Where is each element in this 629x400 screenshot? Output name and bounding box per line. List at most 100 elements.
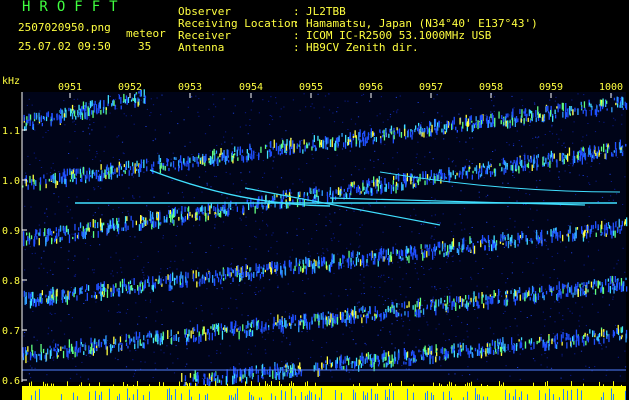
echo-speck	[615, 102, 617, 106]
echo-speck	[385, 183, 387, 191]
echo-speck	[366, 253, 369, 259]
echo-speck	[79, 222, 82, 229]
echo-speck	[213, 206, 215, 212]
echo-speck	[396, 303, 398, 308]
echo-speck	[452, 170, 454, 176]
noise-speck	[445, 174, 447, 176]
noise-speck	[132, 359, 134, 361]
noise-speck	[484, 114, 486, 116]
noise-speck	[624, 271, 626, 273]
amplitude-tick	[545, 393, 546, 400]
noise-speck	[564, 260, 566, 262]
noise-speck	[84, 243, 87, 244]
echo-speck	[35, 299, 37, 308]
noise-speck	[30, 206, 32, 208]
noise-speck	[166, 367, 168, 369]
noise-speck	[410, 215, 412, 217]
echo-speck	[410, 358, 412, 361]
echo-speck	[126, 291, 129, 294]
noise-speck	[220, 329, 222, 331]
echo-speck	[166, 158, 168, 163]
noise-speck	[485, 196, 487, 198]
echo-speck	[184, 375, 187, 381]
echo-speck	[489, 294, 491, 297]
noise-speck	[87, 199, 89, 201]
amplitude-spike	[439, 383, 440, 386]
noise-speck	[52, 357, 54, 359]
echo-speck	[388, 133, 390, 138]
noise-speck	[270, 205, 272, 207]
noise-speck	[38, 267, 40, 269]
echo-speck	[472, 123, 474, 131]
echo-speck	[88, 167, 90, 171]
echo-speck	[215, 150, 218, 154]
echo-speck	[590, 109, 592, 116]
amplitude-tick	[249, 392, 250, 400]
echo-speck	[349, 193, 351, 199]
noise-speck	[570, 162, 572, 164]
echo-speck	[260, 328, 262, 332]
amplitude-spike	[501, 384, 502, 386]
echo-speck	[220, 380, 223, 385]
noise-speck	[89, 124, 91, 126]
noise-speck	[66, 205, 68, 207]
echo-speck	[273, 139, 275, 148]
noise-speck	[122, 152, 124, 154]
noise-speck	[276, 274, 278, 276]
echo-speck	[436, 352, 438, 357]
noise-speck	[205, 171, 207, 173]
echo-speck	[89, 222, 91, 228]
echo-speck	[399, 256, 402, 259]
echo-speck	[219, 271, 221, 276]
noise-speck	[415, 214, 417, 216]
echo-speck	[84, 174, 87, 180]
echo-speck	[501, 347, 503, 354]
noise-speck	[349, 288, 351, 290]
echo-speck	[206, 377, 208, 385]
echo-speck	[264, 370, 266, 375]
echo-speck	[195, 212, 197, 221]
echo-speck	[260, 146, 262, 153]
echo-speck	[494, 342, 496, 348]
echo-speck	[613, 97, 616, 101]
echo-speck	[515, 290, 517, 297]
noise-speck	[269, 123, 271, 125]
echo-speck	[55, 227, 57, 232]
noise-speck	[450, 285, 452, 287]
echo-speck	[552, 286, 555, 291]
echo-speck	[418, 308, 420, 318]
echo-speck	[402, 257, 404, 261]
echo-speck	[74, 351, 76, 358]
noise-speck	[270, 247, 272, 249]
echo-speck	[57, 343, 59, 347]
echo-speck	[462, 121, 464, 129]
echo-speck	[622, 97, 624, 105]
echo-speck	[603, 338, 605, 344]
noise-speck	[551, 133, 554, 135]
noise-speck	[44, 212, 46, 214]
echo-speck	[225, 209, 227, 217]
noise-speck	[509, 128, 511, 130]
noise-speck	[157, 251, 159, 253]
echo-speck	[218, 212, 220, 217]
amplitude-spike	[449, 381, 450, 386]
noise-speck	[132, 196, 134, 198]
noise-speck	[357, 116, 360, 118]
noise-speck	[568, 164, 570, 166]
noise-speck	[368, 204, 370, 206]
noise-speck	[380, 276, 382, 278]
noise-speck	[232, 206, 234, 208]
noise-speck	[147, 161, 149, 163]
noise-speck	[327, 158, 329, 159]
echo-speck	[559, 231, 561, 239]
echo-speck	[426, 179, 428, 185]
echo-speck	[413, 176, 415, 185]
echo-speck	[352, 250, 354, 259]
noise-speck	[117, 359, 119, 361]
noise-speck	[281, 361, 283, 363]
amplitude-tick	[433, 395, 434, 400]
noise-speck	[140, 99, 142, 101]
noise-speck	[532, 238, 534, 240]
noise-speck	[313, 107, 315, 109]
echo-speck	[459, 117, 461, 125]
